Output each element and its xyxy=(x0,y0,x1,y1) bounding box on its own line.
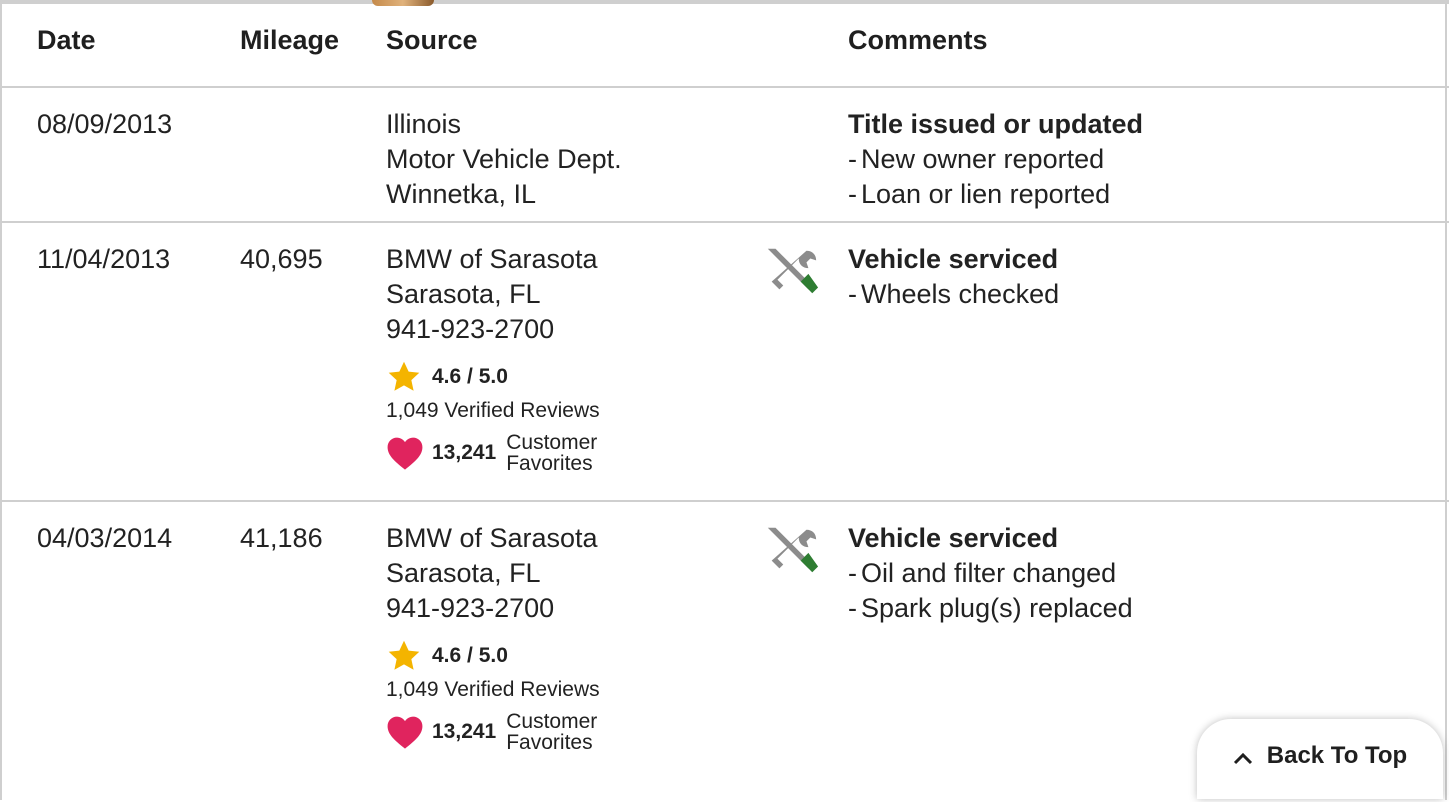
record-date: 04/03/2014 xyxy=(37,523,173,553)
favorites-count: 13,241 xyxy=(432,441,497,464)
source-name: Illinois xyxy=(386,109,462,139)
header-date: Date xyxy=(37,25,96,55)
favorites-label: Customer Favorites xyxy=(506,710,598,754)
dealer-rating[interactable]: 4.6 / 5.0 xyxy=(386,359,508,395)
record-mileage: 41,186 xyxy=(240,523,323,553)
heart-icon xyxy=(387,437,423,470)
comment-item: Wheels checked xyxy=(848,277,1059,312)
record-source: BMW of Sarasota Sarasota, FL 941-923-270… xyxy=(386,521,598,626)
record-date: 08/09/2013 xyxy=(37,109,173,139)
service-tools-icon xyxy=(767,248,819,294)
table-row: 08/09/2013 Illinois Motor Vehicle Dept. … xyxy=(0,88,1449,223)
record-source: BMW of Sarasota Sarasota, FL 941-923-270… xyxy=(386,242,598,347)
rating-value: 4.6 / 5.0 xyxy=(432,365,508,388)
back-to-top-button[interactable]: Back To Top xyxy=(1197,719,1443,799)
comment-item: Spark plug(s) replaced xyxy=(848,591,1133,626)
record-comments: Title issued or updated New owner report… xyxy=(848,107,1143,212)
record-source: Illinois Motor Vehicle Dept. Winnetka, I… xyxy=(386,107,622,212)
table-row: 11/04/2013 40,695 BMW of Sarasota Saraso… xyxy=(0,223,1449,502)
comment-item: Oil and filter changed xyxy=(848,556,1133,591)
source-location: Sarasota, FL xyxy=(386,279,541,309)
source-location: Winnetka, IL xyxy=(386,179,537,209)
service-tools-icon xyxy=(767,527,819,573)
table-header: Date Mileage Source Comments xyxy=(0,4,1449,88)
verified-reviews-link[interactable]: 1,049 Verified Reviews xyxy=(386,678,600,702)
favorites-count: 13,241 xyxy=(432,720,497,743)
customer-favorites[interactable]: 13,241 Customer Favorites xyxy=(386,432,636,474)
comment-title: Title issued or updated xyxy=(848,109,1144,139)
dealer-rating[interactable]: 4.6 / 5.0 xyxy=(386,638,508,674)
star-icon xyxy=(388,640,420,670)
star-icon xyxy=(388,361,420,391)
header-comments: Comments xyxy=(848,25,988,55)
header-mileage: Mileage xyxy=(240,25,340,55)
favorites-label: Customer Favorites xyxy=(506,431,598,475)
source-name[interactable]: BMW of Sarasota xyxy=(386,521,598,556)
comment-title: Vehicle serviced xyxy=(848,244,1059,274)
source-line: Motor Vehicle Dept. xyxy=(386,144,622,174)
verified-reviews-link[interactable]: 1,049 Verified Reviews xyxy=(386,399,600,423)
record-comments: Vehicle serviced Oil and filter changed … xyxy=(848,521,1133,626)
source-phone[interactable]: 941-923-2700 xyxy=(386,591,598,626)
source-name[interactable]: BMW of Sarasota xyxy=(386,242,598,277)
header-source: Source xyxy=(386,25,478,55)
source-location: Sarasota, FL xyxy=(386,558,541,588)
rating-value: 4.6 / 5.0 xyxy=(432,644,508,667)
back-to-top-label: Back To Top xyxy=(1266,742,1408,769)
comment-item: Loan or lien reported xyxy=(848,177,1143,212)
chevron-up-icon xyxy=(1233,752,1252,765)
comment-item: New owner reported xyxy=(848,142,1143,177)
customer-favorites[interactable]: 13,241 Customer Favorites xyxy=(386,711,636,753)
comment-title: Vehicle serviced xyxy=(848,523,1059,553)
record-comments: Vehicle serviced Wheels checked xyxy=(848,242,1059,312)
record-mileage: 40,695 xyxy=(240,244,323,274)
record-date: 11/04/2013 xyxy=(37,244,171,274)
heart-icon xyxy=(387,716,423,749)
source-phone[interactable]: 941-923-2700 xyxy=(386,312,598,347)
